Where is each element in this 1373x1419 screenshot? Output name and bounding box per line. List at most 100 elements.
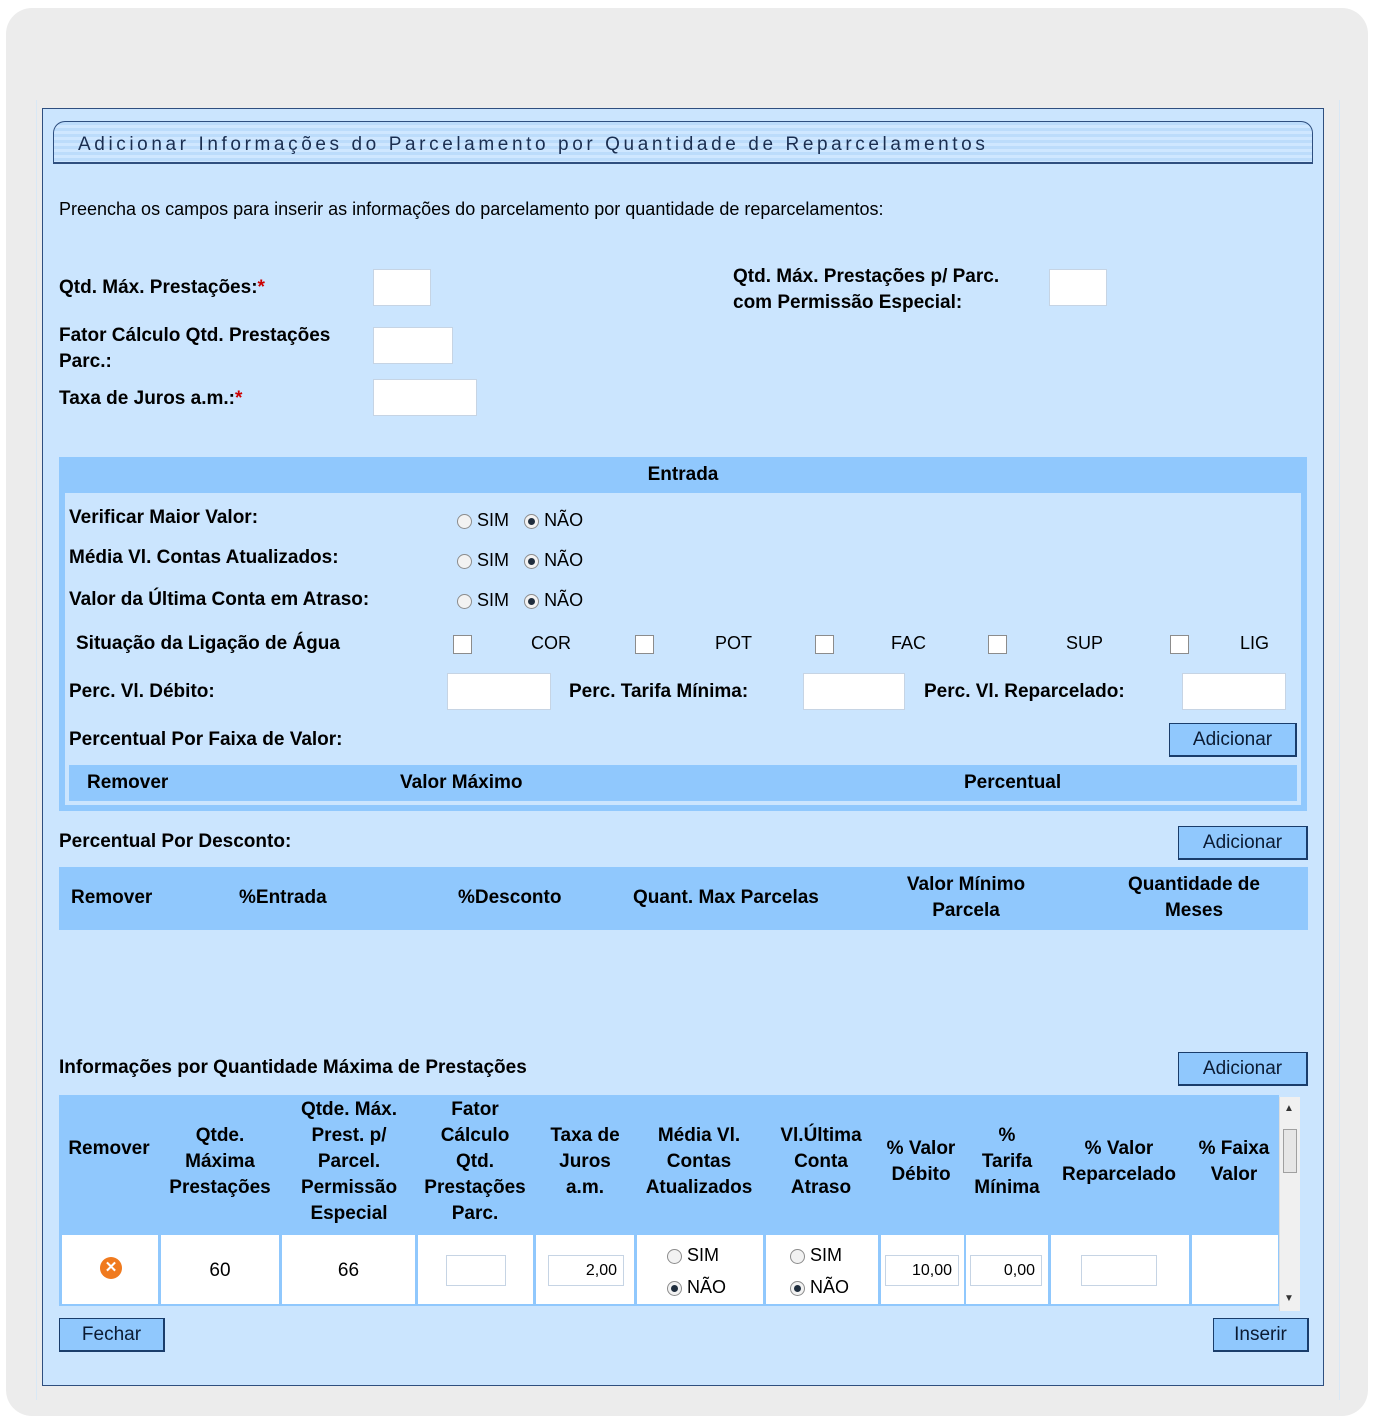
scroll-thumb[interactable] xyxy=(1283,1129,1297,1173)
prestacoes-adicionar-button[interactable]: Adicionar xyxy=(1178,1052,1308,1086)
prest-col-fator: Fator Cálculo Qtd. Prestações Parc. xyxy=(424,1099,526,1224)
dialog-panel: Adicionar Informações do Parcelamento po… xyxy=(42,108,1324,1386)
row-ultima-nao-radio[interactable] xyxy=(790,1280,805,1296)
qtd-max-prestacoes-label: Qtd. Máx. Prestações:* xyxy=(59,277,265,298)
entrada-body: Verificar Maior Valor: SIM NÃO Média Vl.… xyxy=(65,493,1301,805)
situacao-cor-label: COR xyxy=(531,633,571,653)
dialog-title: Adicionar Informações do Parcelamento po… xyxy=(78,134,989,155)
situacao-lig-checkbox[interactable] xyxy=(1170,635,1189,654)
desconto-col-valor-minimo: Valor Mínimo Parcela xyxy=(906,874,1026,921)
situacao-sup-checkbox[interactable] xyxy=(988,635,1007,654)
row-cell-qtd-max: 60 xyxy=(161,1235,279,1304)
perc-debito-label: Perc. Vl. Débito: xyxy=(69,681,215,702)
situacao-fac-label: FAC xyxy=(891,633,927,653)
row-cell-remover: ✕ xyxy=(62,1235,158,1304)
row-cell-media: SIM NÃO xyxy=(637,1235,763,1304)
perc-reparc-label: Perc. Vl. Reparcelado: xyxy=(924,681,1125,702)
desconto-col-entrada: %Entrada xyxy=(239,887,327,908)
row-perc-tarifa-input[interactable] xyxy=(970,1255,1042,1286)
perc-tarifa-input[interactable] xyxy=(803,673,905,710)
taxa-juros-label: Taxa de Juros a.m.:* xyxy=(59,388,243,409)
sim-label: SIM xyxy=(477,550,510,570)
ultima-conta-label: Valor da Última Conta em Atraso: xyxy=(69,589,370,610)
desconto-col-meses: Quantidade de Meses xyxy=(1128,874,1260,921)
ultima-conta-options: SIM NÃO xyxy=(457,590,583,611)
prestacoes-table-header: Remover Qtde. Máxima Prestações Qtde. Má… xyxy=(59,1095,1279,1235)
desconto-adicionar-button[interactable]: Adicionar xyxy=(1178,826,1308,860)
row-media-sim-radio[interactable] xyxy=(667,1248,682,1264)
prest-col-taxa: Taxa de Juros a.m. xyxy=(550,1125,620,1198)
perc-debito-input[interactable] xyxy=(447,673,551,710)
table-scrollbar[interactable]: ▲ ▼ xyxy=(1279,1097,1300,1311)
prest-col-tarifa: % Tarifa Mínima xyxy=(974,1125,1040,1198)
entrada-section: Entrada Verificar Maior Valor: SIM NÃO M… xyxy=(59,457,1307,811)
row-taxa-input[interactable] xyxy=(548,1255,624,1286)
perc-tarifa-label: Perc. Tarifa Mínima: xyxy=(569,681,749,702)
prest-col-ultima: Vl.Última Conta Atraso xyxy=(780,1125,862,1198)
inserir-button[interactable]: Inserir xyxy=(1213,1318,1309,1352)
faixa-col-remover: Remover xyxy=(87,772,169,793)
verificar-sim-radio[interactable] xyxy=(457,513,472,529)
nao-label: NÃO xyxy=(544,550,584,570)
perc-reparc-input[interactable] xyxy=(1182,673,1286,710)
remove-row-icon[interactable]: ✕ xyxy=(100,1257,122,1279)
row-perc-reparc-input[interactable] xyxy=(1081,1255,1157,1286)
verificar-nao-radio[interactable] xyxy=(524,513,540,529)
ultima-nao-radio[interactable] xyxy=(524,593,540,609)
row-qtd-perm-value: 66 xyxy=(337,1260,360,1281)
desconto-table-header: Remover %Entrada %Desconto Quant. Max Pa… xyxy=(59,867,1308,930)
sim-label: SIM xyxy=(477,510,510,530)
prest-col-faixa: % Faixa Valor xyxy=(1198,1138,1270,1185)
fechar-button[interactable]: Fechar xyxy=(59,1318,165,1352)
row-perc-debito-input[interactable] xyxy=(885,1255,959,1286)
qtd-max-prestacoes-input[interactable] xyxy=(373,269,431,306)
situacao-cor-checkbox[interactable] xyxy=(453,635,472,654)
qtd-max-perm-input[interactable] xyxy=(1049,269,1107,306)
media-contas-label: Média Vl. Contas Atualizados: xyxy=(69,547,339,568)
situacao-sup-label: SUP xyxy=(1066,633,1104,653)
row-media-nao: NÃO xyxy=(667,1277,726,1298)
faixa-valor-label: Percentual Por Faixa de Valor: xyxy=(69,729,343,750)
media-nao-radio[interactable] xyxy=(524,553,540,569)
taxa-juros-input[interactable] xyxy=(373,379,477,416)
nao-label: NÃO xyxy=(544,510,584,530)
prestacoes-label: Informações por Quantidade Máxima de Pre… xyxy=(59,1057,527,1078)
fator-calculo-input[interactable] xyxy=(373,327,453,364)
qtd-max-perm-label: Qtd. Máx. Prestações p/ Parc. com Permis… xyxy=(733,266,1000,313)
row-cell-faixa xyxy=(1192,1235,1278,1304)
fator-calculo-label: Fator Cálculo Qtd. Prestações Parc.: xyxy=(59,325,331,372)
row-fator-input[interactable] xyxy=(446,1255,506,1286)
prestacoes-table-row: ✕ 60 66 SIM NÃO SIM NÃO xyxy=(59,1235,1279,1306)
faixa-adicionar-button[interactable]: Adicionar xyxy=(1169,723,1297,757)
verificar-maior-valor-label: Verificar Maior Valor: xyxy=(69,507,259,528)
row-media-nao-radio[interactable] xyxy=(667,1280,682,1296)
prest-col-valor-reparc: % Valor Reparcelado xyxy=(1061,1138,1177,1185)
nao-label: NÃO xyxy=(544,590,584,610)
row-ultima-sim-radio[interactable] xyxy=(790,1248,805,1264)
desconto-col-quant-max: Quant. Max Parcelas xyxy=(633,887,819,908)
row-ultima-sim: SIM xyxy=(790,1245,842,1266)
desconto-col-desconto: %Desconto xyxy=(458,887,562,908)
media-sim-radio[interactable] xyxy=(457,553,472,569)
entrada-title: Entrada xyxy=(647,464,719,485)
row-cell-perc-tarifa xyxy=(966,1235,1048,1304)
row-cell-qtd-perm: 66 xyxy=(282,1235,415,1304)
situacao-fac-checkbox[interactable] xyxy=(815,635,834,654)
verificar-maior-valor-options: SIM NÃO xyxy=(457,510,583,531)
scroll-up-icon[interactable]: ▲ xyxy=(1284,1103,1294,1114)
row-cell-perc-debito xyxy=(881,1235,964,1304)
scroll-down-icon[interactable]: ▼ xyxy=(1284,1293,1294,1304)
ultima-sim-radio[interactable] xyxy=(457,593,472,609)
prest-col-qtde-maxima: Qtde. Máxima Prestações xyxy=(169,1125,271,1198)
situacao-lig-label: LIG xyxy=(1240,633,1270,653)
situacao-pot-label: POT xyxy=(715,633,753,653)
row-cell-ultima: SIM NÃO xyxy=(766,1235,878,1304)
faixa-table-header: Remover Valor Máximo Percentual xyxy=(69,765,1297,801)
row-ultima-nao: NÃO xyxy=(790,1277,849,1298)
faixa-col-valor-maximo: Valor Máximo xyxy=(400,772,523,793)
situacao-ligacao-label: Situação da Ligação de Água xyxy=(76,633,340,654)
prest-col-remover: Remover xyxy=(68,1138,150,1159)
situacao-pot-checkbox[interactable] xyxy=(635,635,654,654)
desconto-col-remover: Remover xyxy=(71,887,153,908)
row-qtd-max-value: 60 xyxy=(209,1260,231,1281)
